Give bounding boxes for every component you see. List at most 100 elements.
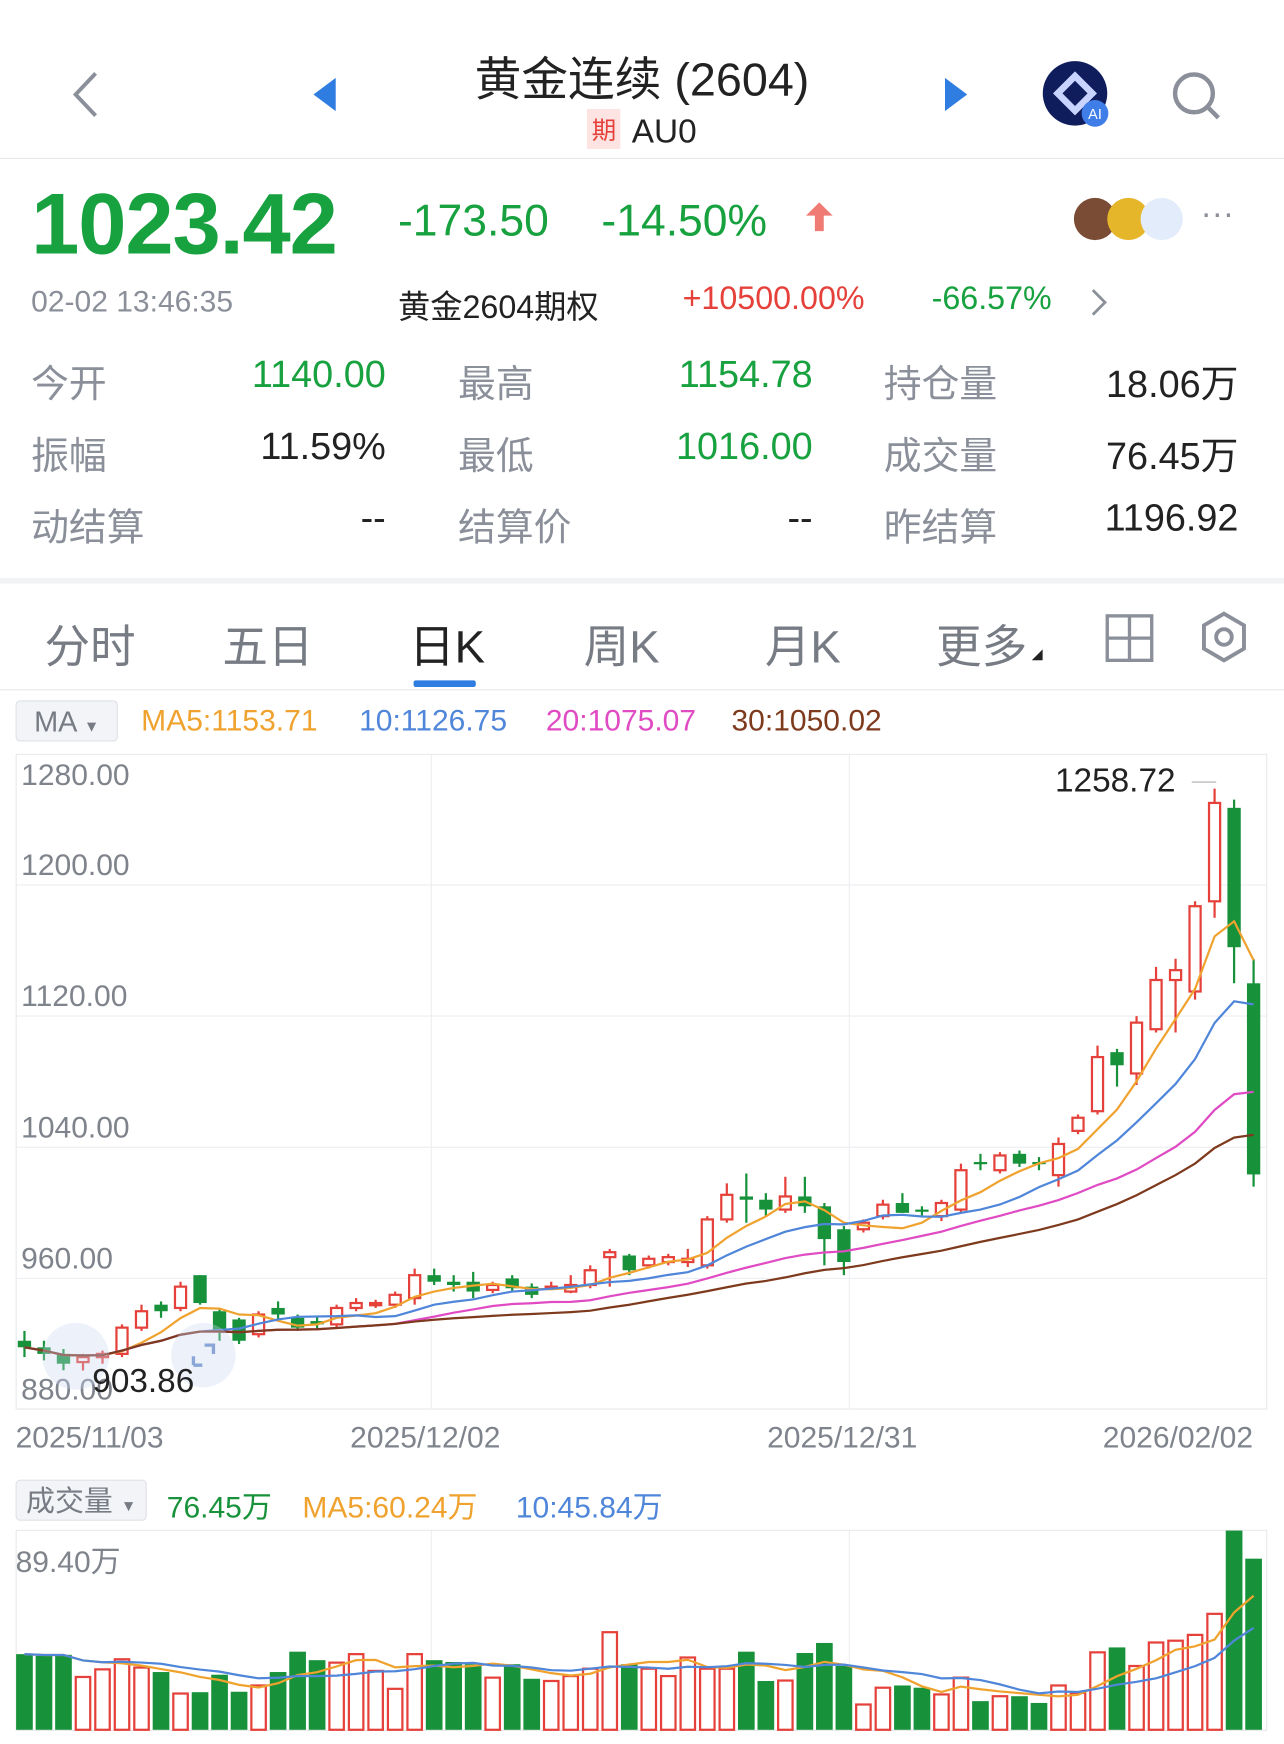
stat-value: 76.45万 xyxy=(1106,435,1239,479)
high-price-label: 1258.72 xyxy=(1054,762,1176,800)
candle xyxy=(1071,1114,1085,1135)
indicator-select[interactable]: MA ▼ xyxy=(15,700,118,742)
volume-bar xyxy=(1147,1641,1165,1731)
volume-bar xyxy=(328,1661,345,1731)
divider xyxy=(0,157,1284,159)
candle-body xyxy=(271,1307,285,1315)
volume-bar xyxy=(933,1693,950,1731)
x-tick-label: 2025/12/31 xyxy=(767,1420,918,1455)
candle-body xyxy=(486,1283,500,1292)
candle-body xyxy=(154,1304,168,1312)
ai-assistant-icon[interactable]: AI xyxy=(1042,60,1113,131)
candle xyxy=(1207,788,1222,918)
candle-body xyxy=(193,1275,207,1304)
volume-bar xyxy=(55,1654,72,1730)
candle-body xyxy=(759,1199,773,1210)
candle xyxy=(193,1275,207,1305)
candle xyxy=(173,1281,188,1312)
option-name[interactable]: 黄金2604期权 xyxy=(398,281,599,328)
candle-body xyxy=(1207,801,1222,903)
candle-body xyxy=(447,1281,461,1286)
tab-monthly-k[interactable]: 月K xyxy=(765,609,841,676)
volume-bar xyxy=(718,1667,736,1731)
volume-bar xyxy=(874,1686,892,1731)
candle-body xyxy=(973,1162,988,1165)
volume-bar xyxy=(445,1661,463,1730)
volume-bar xyxy=(464,1664,482,1730)
tab-intraday[interactable]: 分时 xyxy=(44,609,135,676)
tab-more[interactable]: 更多 xyxy=(936,609,1027,676)
volume-bar xyxy=(484,1676,502,1731)
volume-bar xyxy=(503,1664,521,1730)
price-change-pct: -14.50% xyxy=(601,196,768,246)
candle-body xyxy=(739,1196,754,1200)
candle xyxy=(954,1163,968,1213)
stat-value: -- xyxy=(360,496,386,540)
stat-label: 最高 xyxy=(458,363,534,406)
volume-chart[interactable] xyxy=(15,1529,1268,1735)
candle-body xyxy=(349,1301,363,1310)
low-price-label: 903.86 xyxy=(92,1362,195,1400)
tab-weekly-k[interactable]: 周K xyxy=(584,609,660,676)
volume-bar xyxy=(562,1674,580,1731)
layout-grid-icon[interactable] xyxy=(1105,614,1154,663)
code-label: AU0 xyxy=(631,113,697,151)
volume-bar xyxy=(816,1642,833,1730)
y-tick-label: 1040.00 xyxy=(21,1110,130,1144)
active-tab-indicator xyxy=(413,680,476,688)
volume-bar xyxy=(698,1667,716,1731)
volume-bar xyxy=(757,1680,775,1730)
candle xyxy=(993,1152,1007,1174)
volume-bar xyxy=(640,1667,658,1731)
candle-body xyxy=(915,1209,929,1212)
volume-max-label: 89.40万 xyxy=(15,1545,121,1579)
search-icon[interactable] xyxy=(1169,69,1225,125)
volume-bar xyxy=(250,1684,267,1731)
candle-body xyxy=(622,1255,636,1271)
candle-body xyxy=(173,1285,188,1310)
candle xyxy=(368,1299,383,1308)
volume-bar xyxy=(620,1664,638,1730)
volume-bar xyxy=(133,1666,150,1731)
candle xyxy=(720,1183,734,1223)
candle-body xyxy=(642,1257,656,1267)
candle-body xyxy=(700,1218,714,1267)
tab-daily-k[interactable]: 日K xyxy=(409,609,485,676)
next-contract-icon[interactable] xyxy=(944,77,969,112)
volume-bar xyxy=(523,1678,541,1730)
volume-bar xyxy=(94,1668,111,1731)
volume-bar xyxy=(1069,1691,1087,1731)
candle-body xyxy=(993,1154,1007,1172)
volume-bar xyxy=(1011,1696,1028,1730)
stat-value: 11.59% xyxy=(260,425,386,469)
more-dots-icon[interactable]: ··· xyxy=(1201,196,1234,234)
candle xyxy=(739,1173,754,1223)
volume-bar xyxy=(601,1631,619,1731)
volume-bar xyxy=(347,1653,365,1731)
svg-text:AI: AI xyxy=(1088,107,1102,123)
chart-frame xyxy=(15,753,1268,1410)
volume-ma5-line xyxy=(24,1594,1255,1698)
option-change-2: -66.57% xyxy=(931,281,1052,317)
candle-body xyxy=(1246,983,1261,1175)
volume-bar xyxy=(289,1651,306,1730)
candle xyxy=(1227,799,1241,984)
price-change: -173.50 xyxy=(397,196,549,246)
x-tick-label: 2025/12/02 xyxy=(350,1420,501,1455)
tab-five-day[interactable]: 五日 xyxy=(222,609,313,676)
volume-indicator-select[interactable]: 成交量 ▼ xyxy=(15,1479,147,1521)
volume-bar xyxy=(386,1687,404,1731)
stat-label: 振幅 xyxy=(31,435,107,479)
volume-bar xyxy=(835,1665,853,1730)
stat-value: 1196.92 xyxy=(1104,496,1239,540)
stat-value: 18.06万 xyxy=(1106,363,1239,406)
candle-body xyxy=(1149,978,1163,1031)
candle-body xyxy=(895,1203,910,1213)
volume-ma10-value: 10:45.84万 xyxy=(515,1490,663,1525)
candle-body xyxy=(427,1275,441,1282)
chevron-right-icon[interactable] xyxy=(1089,287,1109,318)
social-avatars[interactable] xyxy=(1073,197,1185,242)
candlestick-chart[interactable] xyxy=(15,753,1268,1410)
settings-icon[interactable] xyxy=(1198,611,1249,663)
timestamp: 02-02 13:46:35 xyxy=(31,284,234,318)
